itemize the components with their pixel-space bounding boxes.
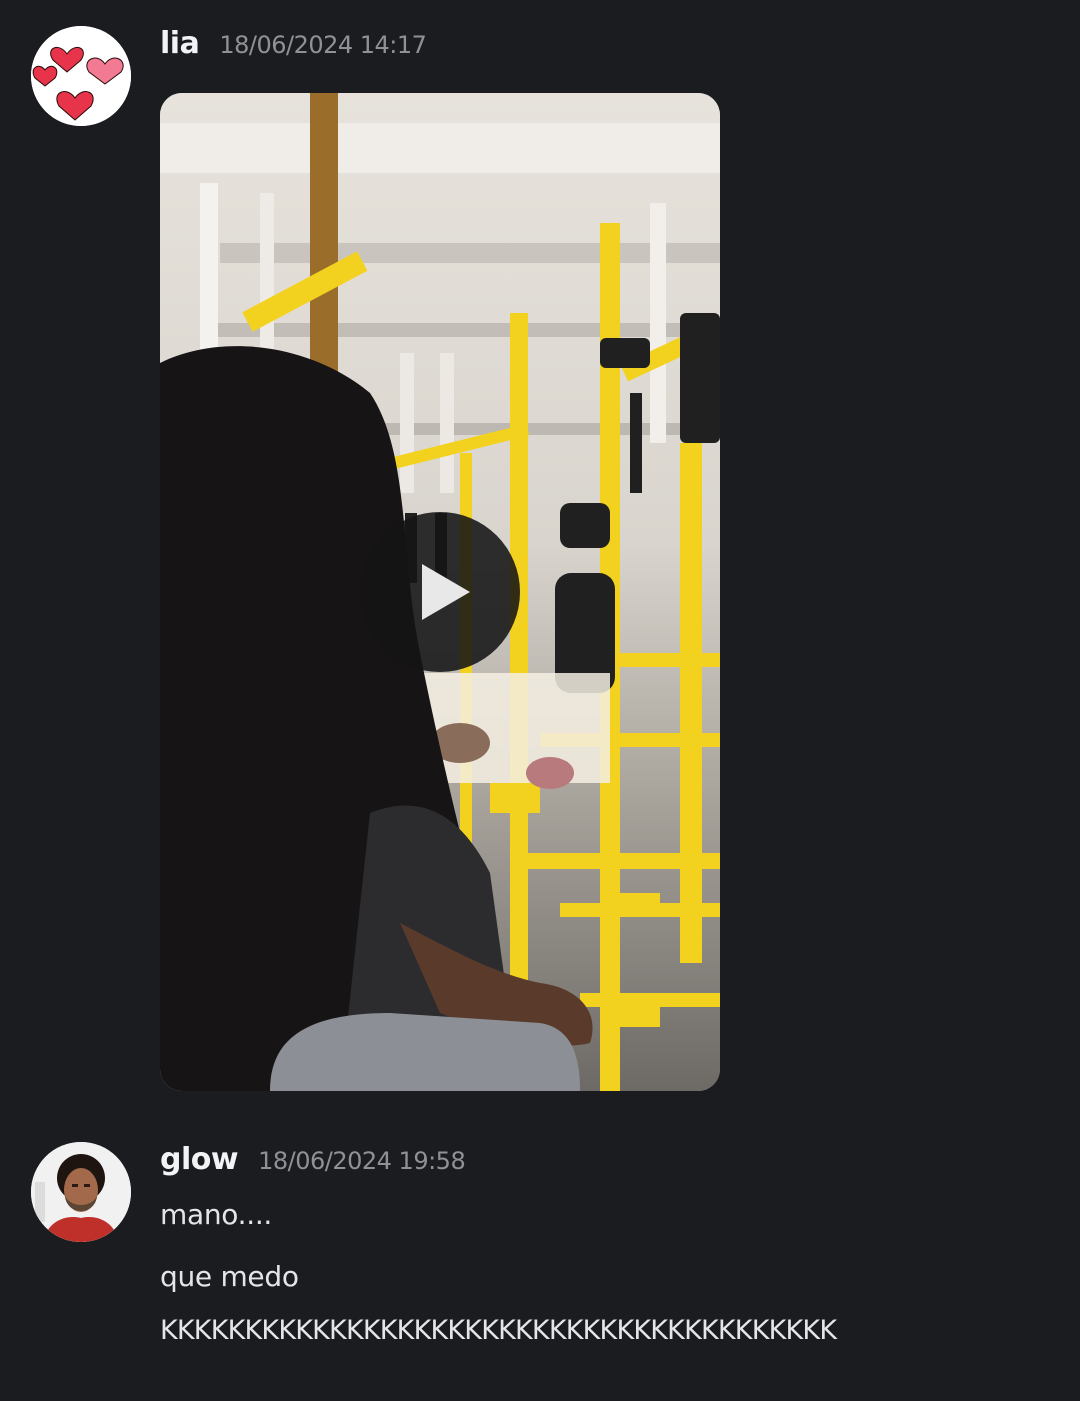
video-attachment[interactable] bbox=[160, 93, 720, 1091]
hearts-avatar-icon[interactable] bbox=[31, 26, 131, 126]
play-icon bbox=[422, 564, 470, 620]
play-button[interactable] bbox=[360, 512, 520, 672]
message-header: glow 18/06/2024 19:58 bbox=[160, 1142, 466, 1194]
message-text: que medo bbox=[160, 1260, 299, 1293]
username[interactable]: glow bbox=[160, 1142, 239, 1177]
timestamp: 18/06/2024 19:58 bbox=[258, 1147, 466, 1175]
message-text: KKKKKKKKKKKKKKKKKKKKKKKKKKKKKKKKKKKKKKKK bbox=[160, 1315, 837, 1346]
message-header: lia 18/06/2024 14:17 bbox=[160, 26, 427, 78]
username[interactable]: lia bbox=[160, 26, 200, 61]
timestamp: 18/06/2024 14:17 bbox=[219, 31, 427, 59]
chat-messages: lia 18/06/2024 14:17 glow 18/06/2024 19:… bbox=[0, 0, 1080, 1401]
message-text: mano.... bbox=[160, 1198, 273, 1231]
portrait-avatar-icon[interactable] bbox=[31, 1142, 131, 1242]
